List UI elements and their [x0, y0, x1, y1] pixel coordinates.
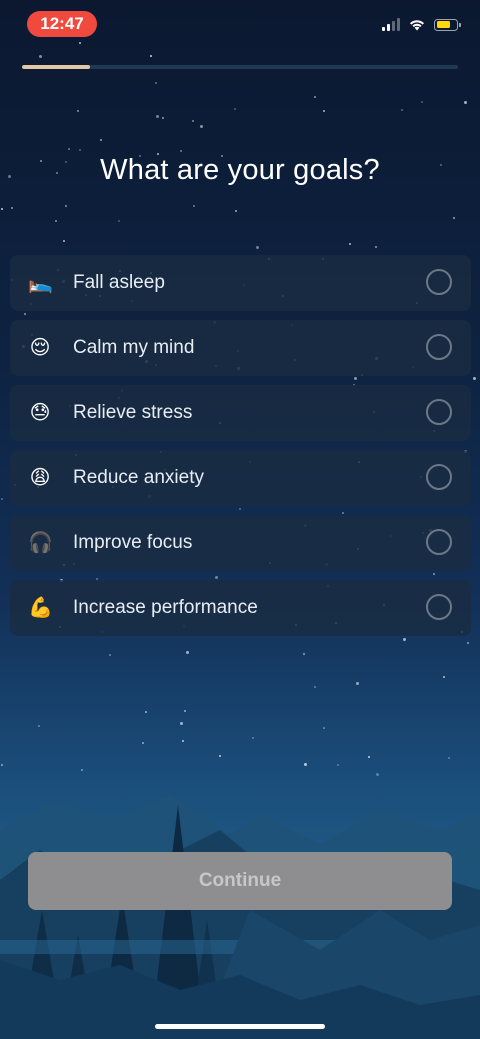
goal-radio-button[interactable] [426, 399, 452, 425]
star-dot [68, 148, 70, 150]
battery-icon [434, 18, 461, 31]
status-icons [382, 18, 461, 31]
goal-option-reduce-anxiety[interactable]: 😩 Reduce anxiety [10, 450, 471, 506]
goal-label: Increase performance [73, 597, 258, 618]
onboarding-progress-bar [22, 65, 458, 69]
star-dot [186, 651, 189, 654]
star-dot [464, 101, 467, 104]
goal-radio-button[interactable] [426, 594, 452, 620]
star-dot [453, 217, 455, 219]
star-dot [156, 115, 159, 118]
cellular-signal-icon [382, 18, 400, 31]
star-dot [145, 711, 147, 713]
star-dot [109, 654, 111, 656]
goal-label: Relieve stress [73, 402, 193, 423]
star-dot [39, 55, 42, 58]
star-dot [142, 742, 144, 744]
star-dot [252, 737, 254, 739]
star-dot [182, 740, 184, 742]
star-dot [79, 149, 81, 151]
relieved-face-icon: 😌 [29, 337, 51, 359]
star-dot [443, 676, 445, 678]
star-dot [180, 150, 182, 152]
star-dot [155, 82, 157, 84]
star-dot [162, 117, 164, 119]
star-dot [467, 642, 469, 644]
goal-option-calm-my-mind[interactable]: 😌 Calm my mind [10, 320, 471, 376]
bed-icon: 🛌 [28, 272, 53, 294]
star-dot [219, 755, 221, 757]
star-dot [38, 725, 40, 727]
progress-fill [22, 65, 90, 69]
star-dot [1, 208, 3, 210]
star-dot [55, 220, 57, 222]
star-dot [118, 220, 120, 222]
star-dot [65, 205, 67, 207]
star-dot [234, 108, 236, 110]
star-dot [256, 246, 259, 249]
flexed-biceps-icon: 💪 [28, 597, 53, 619]
goal-label: Improve focus [73, 532, 193, 553]
star-dot [375, 246, 377, 248]
goal-label: Reduce anxiety [73, 467, 204, 488]
star-dot [323, 727, 325, 729]
star-dot [77, 110, 79, 112]
sweat-face-icon: 😓 [29, 402, 51, 424]
page-title: What are your goals? [100, 154, 380, 186]
headphones-icon: 🎧 [28, 532, 53, 554]
star-dot [473, 377, 476, 380]
star-dot [349, 243, 351, 245]
battery-level [436, 21, 450, 28]
star-dot [356, 682, 359, 685]
goal-label: Calm my mind [73, 337, 195, 358]
star-dot [314, 686, 316, 688]
star-dot [100, 139, 102, 141]
star-dot [193, 205, 195, 207]
star-dot [184, 710, 186, 712]
star-dot [1, 498, 3, 500]
star-dot [303, 653, 305, 655]
star-dot [11, 207, 13, 209]
star-dot [314, 96, 316, 98]
wifi-icon [410, 20, 424, 31]
status-time: 12:47 [27, 11, 97, 37]
home-indicator [155, 1024, 325, 1029]
goal-label: Fall asleep [73, 272, 165, 293]
goal-option-increase-performance[interactable]: 💪 Increase performance [10, 580, 471, 636]
star-dot [192, 120, 194, 122]
star-dot [235, 210, 237, 212]
star-dot [401, 109, 403, 111]
star-dot [180, 722, 183, 725]
star-dot [63, 240, 65, 242]
continue-button[interactable]: Continue [28, 852, 452, 910]
star-dot [403, 638, 406, 641]
star-dot [200, 125, 203, 128]
star-dot [150, 55, 152, 57]
weary-face-icon: 😩 [29, 467, 51, 489]
status-bar: 12:47 [0, 0, 480, 50]
star-dot [323, 110, 325, 112]
star-dot [368, 756, 370, 758]
goal-option-improve-focus[interactable]: 🎧 Improve focus [10, 515, 471, 571]
onboarding-goals-screen: 12:47 What are your goals? 🛌 Fall asleep… [0, 0, 480, 1039]
goals-list: 🛌 Fall asleep 😌 Calm my mind 😓 Relieve stress… [10, 255, 471, 636]
star-dot [421, 101, 423, 103]
goal-radio-button[interactable] [426, 269, 452, 295]
goal-option-relieve-stress[interactable]: 😓 Relieve stress [10, 385, 471, 441]
goal-option-fall-asleep[interactable]: 🛌 Fall asleep [10, 255, 471, 311]
goal-radio-button[interactable] [426, 529, 452, 555]
goal-radio-button[interactable] [426, 464, 452, 490]
star-dot [448, 757, 450, 759]
goal-radio-button[interactable] [426, 334, 452, 360]
